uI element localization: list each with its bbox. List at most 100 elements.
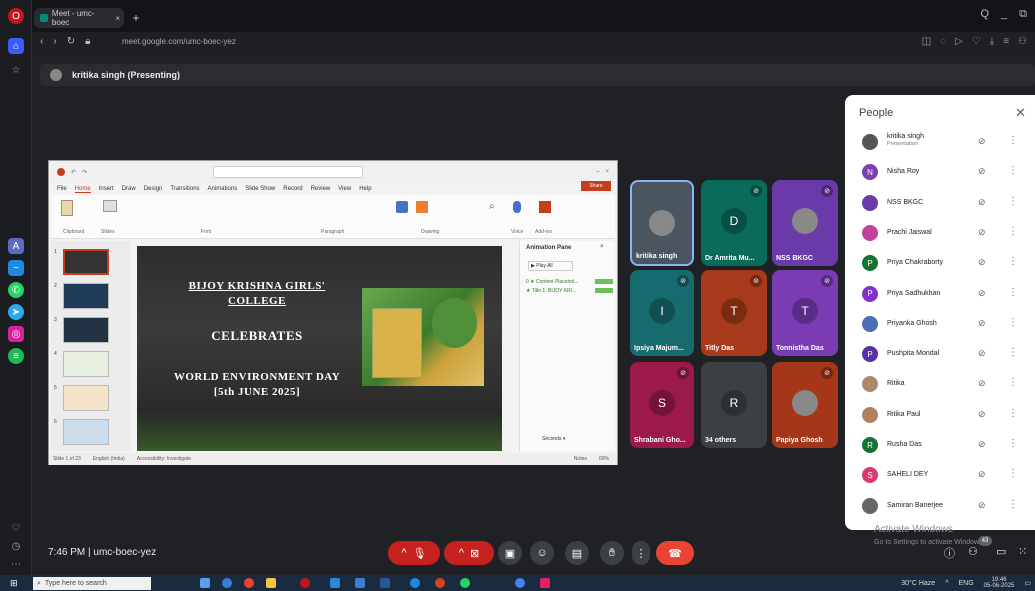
participant-row[interactable]: R Rusha Das ⊘ ⋮	[845, 430, 1035, 460]
language-status[interactable]: English (India)	[93, 456, 125, 462]
mic-button[interactable]: ^ 🎙︎	[388, 541, 440, 565]
editing-icon[interactable]: ⌕	[489, 201, 495, 212]
ppt-minimize-icon[interactable]: –	[596, 169, 599, 175]
mic-off-icon[interactable]: ⊘	[978, 318, 986, 329]
chevron-up-icon[interactable]: ^	[459, 547, 464, 559]
ppt-search-box[interactable]	[213, 166, 364, 178]
vpn-icon[interactable]: ◌	[940, 36, 946, 47]
mic-off-icon[interactable]: ⊘	[978, 166, 986, 177]
new-slide-icon[interactable]	[103, 200, 117, 212]
participant-row[interactable]: kritika singh Presentation ⊘ ⋮	[845, 127, 1035, 157]
notification-icon[interactable]: ▭	[1024, 579, 1031, 587]
menu-review[interactable]: Review	[311, 186, 331, 192]
participant-row[interactable]: P Priya Chakraborty ⊘ ⋮	[845, 248, 1035, 278]
menu-slide-show[interactable]: Slide Show	[245, 186, 275, 192]
seconds-dropdown[interactable]: Seconds ▾	[542, 436, 565, 442]
more-vert-icon[interactable]: ⋮	[1008, 408, 1018, 419]
participant-row[interactable]: Priyanka Ghosh ⊘ ⋮	[845, 309, 1035, 339]
menu-draw[interactable]: Draw	[122, 186, 136, 192]
close-tab-icon[interactable]: ×	[115, 14, 120, 23]
more-vert-icon[interactable]: ⋮	[1008, 499, 1018, 510]
camera-icon[interactable]: ◫	[922, 36, 931, 47]
addins-icon[interactable]	[539, 201, 551, 213]
people-icon[interactable]: ⚇	[968, 545, 978, 558]
download-icon[interactable]: ⤓	[990, 36, 994, 47]
participant-row[interactable]: P Priya Sadhukhan ⊘ ⋮	[845, 279, 1035, 309]
maximize-icon[interactable]: ⧉	[1019, 8, 1027, 21]
participant-tile[interactable]: I Ipsiya Majum... ⊘	[630, 270, 694, 356]
notes-button[interactable]: Notes	[574, 456, 587, 462]
activities-icon[interactable]: ⁙	[1018, 545, 1027, 558]
menu-icon[interactable]: ≡	[1003, 36, 1009, 47]
whatsapp-icon[interactable]: ✆	[8, 282, 24, 298]
mic-off-icon[interactable]: ⊘	[978, 378, 986, 389]
taskbar-search[interactable]: ⌕ Type here to search	[33, 577, 151, 590]
emoji-button[interactable]: ☺	[530, 541, 554, 565]
menu-home[interactable]: Home	[74, 186, 91, 193]
new-tab-icon[interactable]: +	[128, 10, 144, 26]
edge-icon[interactable]	[222, 578, 232, 588]
more-vert-icon[interactable]: ⋮	[1008, 135, 1018, 146]
language-text[interactable]: ENG	[959, 580, 974, 587]
heart-icon[interactable]: ♡	[8, 520, 24, 536]
clock-text[interactable]: 19:46 05-06-2025	[984, 577, 1015, 589]
speed-dial-icon[interactable]: ☆	[8, 62, 24, 78]
participant-tile[interactable]: kritika singh	[630, 180, 694, 266]
leave-call-button[interactable]: ☎︎	[656, 541, 694, 565]
more-vert-icon[interactable]: ⋮	[1008, 287, 1018, 298]
undo-icon[interactable]: ↶	[71, 169, 76, 176]
more-vert-icon[interactable]: ⋮	[1008, 256, 1018, 267]
forward-icon[interactable]: ›	[53, 36, 56, 47]
word-icon[interactable]	[380, 578, 390, 588]
app-icon[interactable]	[515, 578, 525, 588]
mic-off-icon[interactable]: ⊘	[978, 288, 986, 299]
slide-thumb[interactable]	[63, 419, 109, 445]
url-field[interactable]: meet.google.com/umc-boec-yez	[122, 37, 236, 46]
more-vert-icon[interactable]: ⋮	[1008, 226, 1018, 237]
opera-taskbar-icon[interactable]	[300, 578, 310, 588]
telegram-icon[interactable]: ➤	[8, 304, 24, 320]
app-icon[interactable]	[435, 578, 445, 588]
mic-off-icon[interactable]: ⊘	[978, 257, 986, 268]
participant-row[interactable]: Samiran Banerjee ⊘ ⋮	[845, 491, 1035, 521]
lock-icon[interactable]: 🔒︎	[85, 36, 90, 47]
menu-help[interactable]: Help	[359, 186, 371, 192]
mic-off-icon[interactable]: ⊘	[978, 469, 986, 480]
home-icon[interactable]: ⌂	[8, 38, 24, 54]
opera-logo-icon[interactable]: O	[8, 8, 24, 24]
more-vert-icon[interactable]: ⋮	[1008, 196, 1018, 207]
messenger-icon[interactable]: ~	[8, 260, 24, 276]
more-vert-icon[interactable]: ⋮	[1008, 438, 1018, 449]
menu-view[interactable]: View	[338, 186, 351, 192]
app-icon[interactable]	[540, 578, 550, 588]
mic-off-icon[interactable]: ⊘	[978, 439, 986, 450]
chevron-up-icon[interactable]: ^	[401, 547, 406, 559]
slide-thumb[interactable]	[63, 249, 109, 275]
menu-record[interactable]: Record	[283, 186, 302, 192]
more-vert-icon[interactable]: ⋮	[1008, 165, 1018, 176]
spotify-icon[interactable]: ≡	[8, 348, 24, 364]
zoom-level[interactable]: 69%	[599, 456, 609, 462]
menu-animations[interactable]: Animations	[208, 186, 238, 192]
mic-off-icon[interactable]: 🎙︎	[413, 547, 427, 560]
search-tabs-icon[interactable]: Q	[980, 8, 989, 21]
accessibility-status[interactable]: Accessibility: Investigate	[137, 456, 191, 462]
task-view-icon[interactable]	[200, 578, 210, 588]
slide-thumb[interactable]	[63, 351, 109, 377]
participant-row[interactable]: N Nisha Roy ⊘ ⋮	[845, 157, 1035, 187]
chat-icon[interactable]: ▭	[996, 545, 1006, 558]
share-button[interactable]: Share	[581, 181, 611, 191]
arrange-icon[interactable]	[416, 201, 428, 213]
raise-hand-button[interactable]: ✋︎	[600, 541, 624, 565]
reload-icon[interactable]: ↻	[67, 36, 75, 47]
dictate-icon[interactable]	[513, 201, 521, 213]
camera-button[interactable]: ^ ⊠	[444, 541, 494, 565]
mic-off-icon[interactable]: ⊘	[978, 227, 986, 238]
participant-tile[interactable]: T Tonnistha Das ⊘	[772, 270, 838, 356]
chrome-icon[interactable]	[244, 578, 254, 588]
participant-tile[interactable]: Papiya Ghosh ⊘	[772, 362, 838, 448]
shapes-icon[interactable]	[396, 201, 408, 213]
instagram-icon[interactable]: ◎	[8, 326, 24, 342]
camera-off-icon[interactable]: ⊠	[470, 547, 479, 560]
info-icon[interactable]: ⓘ	[944, 545, 955, 561]
